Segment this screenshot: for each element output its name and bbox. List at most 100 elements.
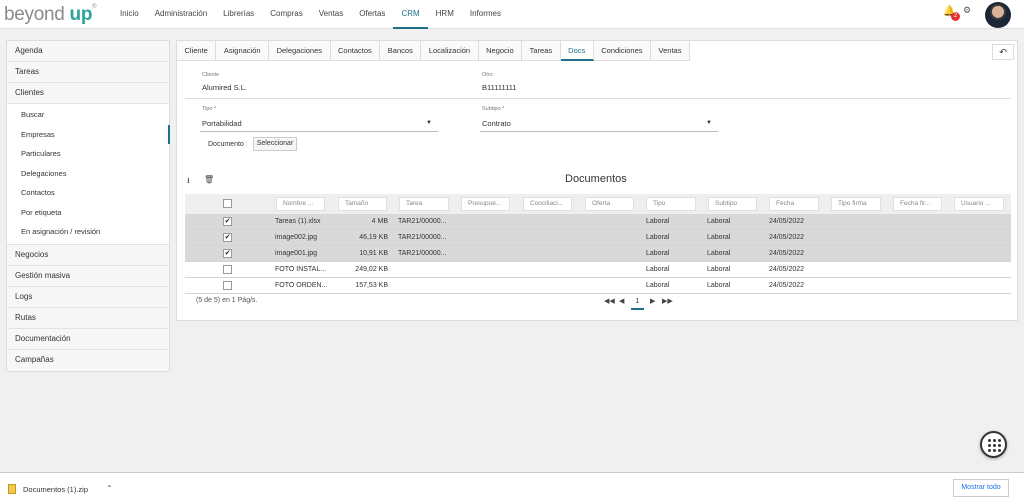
nav-hrm[interactable]: HRM — [428, 0, 462, 29]
settings-icon[interactable]: ⚙ — [963, 5, 971, 16]
table-row[interactable]: ✔ Tareas (1).xlsx 4 MB TAR21/00000... Labora… — [185, 214, 1011, 230]
sidebar-sub-particulares[interactable]: Particulares — [7, 144, 169, 164]
filter-presupuesto[interactable]: Presupue... — [461, 197, 510, 211]
sidebar-item-tareas[interactable]: Tareas — [7, 62, 169, 83]
cell-subtype: Laboral — [707, 282, 731, 289]
cell-subtype: Laboral — [707, 218, 731, 225]
row-checkbox[interactable]: ✔ — [223, 217, 232, 226]
tipo-label: Tipo * — [202, 106, 217, 112]
cell-name: image001.jpg — [275, 250, 318, 257]
documento-label: Documento — [208, 141, 244, 148]
sidebar-item-rutas[interactable]: Rutas — [7, 307, 169, 329]
filter-oferta[interactable]: Oferta — [585, 197, 634, 211]
filter-conciliacion[interactable]: Conciliaci... — [523, 197, 572, 211]
tab-bar: Cliente Asignación Delegaciones Contacto… — [177, 41, 690, 61]
tab-contactos[interactable]: Contactos — [330, 41, 381, 61]
filter-fecha-firma[interactable]: Fecha fir... — [893, 197, 942, 211]
prev-page-icon[interactable]: ◀ — [619, 297, 624, 305]
row-checkbox[interactable]: ✔ — [223, 249, 232, 258]
tab-asignacion[interactable]: Asignación — [216, 41, 270, 61]
sidebar-item-agenda[interactable]: Agenda — [7, 41, 169, 62]
tab-condiciones[interactable]: Condiciones — [593, 41, 652, 61]
back-button[interactable]: ↶ — [992, 44, 1014, 60]
table-row[interactable]: FOTO ORDEN... 157,53 KB Laboral Laboral 24/0… — [185, 278, 1011, 294]
filter-subtipo[interactable]: Subtipo — [708, 197, 757, 211]
cell-date: 24/05/2022 — [769, 234, 805, 241]
nav-ofertas[interactable]: Ofertas — [351, 0, 393, 29]
filter-fecha[interactable]: Fecha — [769, 197, 819, 211]
tipo-select[interactable]: Portabilidad — [202, 119, 242, 128]
tab-tareas[interactable]: Tareas — [522, 41, 561, 61]
cell-size: 249,02 KB — [355, 266, 388, 273]
filter-usuario[interactable]: Usuario ... — [954, 197, 1004, 211]
sidebar-sub-buscar[interactable]: Buscar — [7, 105, 169, 125]
download-icon[interactable]: ⭳ — [187, 175, 190, 189]
subtipo-select[interactable]: Contrato — [482, 119, 511, 128]
first-page-icon[interactable]: ◀◀ — [604, 297, 615, 305]
filter-tamano[interactable]: Tamaño — [338, 197, 387, 211]
table-row[interactable]: ✔ image002.jpg 46,19 KB TAR21/00000... Labor… — [185, 230, 1011, 246]
sidebar-sub-contactos[interactable]: Contactos — [7, 183, 169, 203]
sidebar-item-documentacion[interactable]: Documentación — [7, 328, 169, 350]
sidebar-item-campanas[interactable]: Campañas — [7, 349, 169, 371]
cell-size: 46,19 KB — [359, 234, 388, 241]
sidebar-item-negocios[interactable]: Negocios — [7, 244, 169, 266]
nav-compras[interactable]: Compras — [262, 0, 310, 29]
otro-label: Otro — [482, 72, 493, 78]
logo[interactable]: beyond up® — [4, 4, 97, 26]
tab-cliente[interactable]: Cliente — [177, 41, 217, 61]
nav-informes[interactable]: Informes — [462, 0, 509, 29]
cell-task: TAR21/00000... — [398, 250, 447, 257]
last-page-icon[interactable]: ▶▶ — [662, 297, 673, 305]
nav-ventas[interactable]: Ventas — [311, 0, 351, 29]
filter-tipo-firma[interactable]: Tipo firma — [831, 197, 881, 211]
tab-bancos[interactable]: Bancos — [380, 41, 422, 61]
row-checkbox[interactable]: ✔ — [223, 233, 232, 242]
pager-info: (5 de 5) en 1 Pág/s. — [196, 297, 258, 304]
sidebar-sub-asignacion[interactable]: En asignación / revisión — [7, 222, 169, 242]
subtipo-underline — [480, 131, 718, 132]
tipo-dropdown-icon[interactable]: ▼ — [426, 120, 432, 126]
download-file-name[interactable]: Documentos (1).zip — [23, 485, 88, 494]
row-checkbox[interactable] — [223, 265, 232, 274]
subtipo-dropdown-icon[interactable]: ▼ — [706, 120, 712, 126]
sidebar-item-clientes[interactable]: Clientes — [7, 83, 169, 104]
sidebar-item-logs[interactable]: Logs — [7, 286, 169, 308]
sidebar-sub-empresas[interactable]: Empresas — [7, 124, 170, 144]
select-all-checkbox[interactable] — [223, 199, 232, 208]
tab-docs[interactable]: Docs — [560, 41, 594, 61]
sidebar-sub-delegaciones[interactable]: Delegaciones — [7, 163, 169, 183]
apps-grid-button[interactable] — [980, 431, 1007, 458]
sidebar-item-gestion-masiva[interactable]: Gestión masiva — [7, 265, 169, 287]
tab-negocio[interactable]: Negocio — [478, 41, 523, 61]
nav-crm[interactable]: CRM — [393, 0, 428, 29]
table-row[interactable]: FOTO INSTAL... 249,02 KB Laboral Laboral 24/… — [185, 262, 1011, 278]
tab-delegaciones[interactable]: Delegaciones — [269, 41, 331, 61]
chevron-up-icon[interactable]: ⌃ — [106, 484, 113, 493]
nav-administracion[interactable]: Administración — [147, 0, 215, 29]
tab-ventas[interactable]: Ventas — [651, 41, 690, 61]
filter-tipo[interactable]: Tipo — [646, 197, 696, 211]
row-checkbox[interactable] — [223, 281, 232, 290]
notification-badge: 2 — [951, 12, 960, 21]
page-1-button[interactable]: 1 — [631, 296, 644, 310]
filter-nombre[interactable]: Nombre ... — [276, 197, 325, 211]
cell-subtype: Laboral — [707, 250, 731, 257]
cell-type: Laboral — [646, 250, 670, 257]
next-page-icon[interactable]: ▶ — [650, 297, 655, 305]
cell-type: Laboral — [646, 218, 670, 225]
tab-localizacion[interactable]: Localización — [421, 41, 479, 61]
nav-librerias[interactable]: Librerías — [215, 0, 262, 29]
table-row[interactable]: ✔ image001.jpg 10,91 KB TAR21/00000... Labor… — [185, 246, 1011, 262]
cell-type: Laboral — [646, 266, 670, 273]
avatar[interactable] — [985, 2, 1011, 28]
cell-size: 4 MB — [371, 218, 388, 225]
back-arrow-icon: ↶ — [999, 47, 1007, 57]
show-all-button[interactable]: Mostrar todo — [953, 479, 1009, 497]
nav-inicio[interactable]: Inicio — [112, 0, 147, 29]
sidebar-sub-por-etiqueta[interactable]: Por etiqueta — [7, 202, 169, 222]
sidebar: Agenda Tareas Clientes Buscar Empresas P… — [6, 40, 170, 372]
filter-tarea[interactable]: Tarea — [399, 197, 449, 211]
trash-icon[interactable]: 🗑 — [204, 175, 214, 184]
seleccionar-button[interactable]: Seleccionar — [253, 137, 297, 151]
